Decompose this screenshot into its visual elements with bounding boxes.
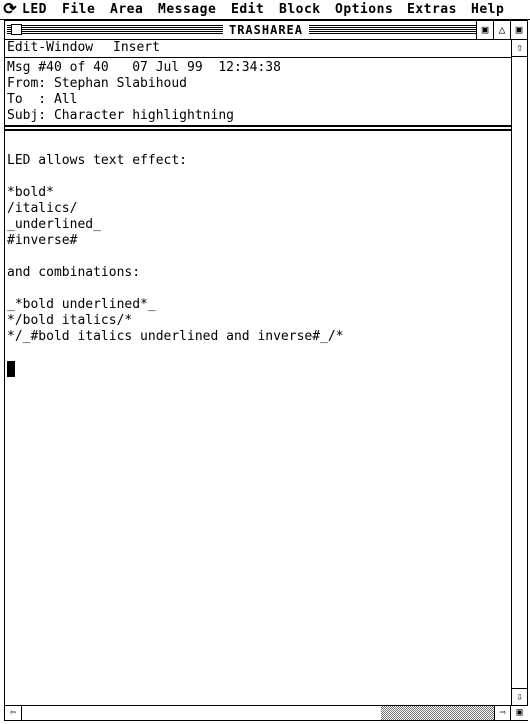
menu-help[interactable]: Help [471,1,504,18]
horizontal-scrollbar[interactable]: ⇦ ⇨ ▣ [5,705,528,720]
menu-area[interactable]: Area [110,1,143,18]
scroll-left-arrow-icon[interactable]: ⇦ [5,706,22,720]
horizontal-scroll-thumb[interactable] [381,706,494,720]
message-header: Msg #40 of 40 07 Jul 99 12:34:38 From: S… [5,57,511,124]
body-line: LED allows text effect: [7,153,188,168]
menu-message[interactable]: Message [158,1,216,18]
edit-window-label[interactable]: Edit-Window [7,40,93,56]
menu-block[interactable]: Block [279,1,321,18]
window-title: TRASHAREA [5,21,527,39]
body-line: */bold italics/* [7,313,133,328]
body-line: _*bold underlined*_ [7,297,156,312]
apple-menu-icon[interactable]: ⟳ [2,0,18,18]
zoom-box-icon[interactable]: ▣ [510,21,527,39]
body-line: /italics/ [7,201,78,216]
size-box-icon[interactable]: ▣ [510,706,528,720]
body-line: *bold* [7,185,54,200]
window-title-bar[interactable]: TRASHAREA ▣ △ ▣ [5,21,527,40]
scroll-up-arrow-icon[interactable]: ⇧ [512,40,527,57]
menu-options[interactable]: Options [335,1,393,18]
insert-mode-label[interactable]: Insert [113,40,160,56]
body-line: _underlined_ [7,217,101,232]
message-to: To : All [7,92,78,107]
menu-file[interactable]: File [62,1,95,18]
scroll-down-arrow-icon[interactable]: ⇩ [512,688,527,705]
message-number: Msg #40 of 40 07 Jul 99 12:34:38 [7,60,281,75]
body-line: and combinations: [7,265,141,280]
iconify-icon[interactable]: △ [493,21,510,39]
scroll-right-arrow-icon[interactable]: ⇨ [494,706,511,720]
header-divider [5,129,511,131]
text-cursor [7,361,15,377]
message-subject: Subj: Character highlightning [7,108,234,123]
header-divider [5,125,511,127]
body-line: #inverse# [7,233,78,248]
mode-bar: Edit-Window Insert [5,40,511,56]
full-box-icon[interactable]: ▣ [476,21,493,39]
menu-extras[interactable]: Extras [407,1,457,18]
message-from: From: Stephan Slabihoud [7,76,188,91]
body-line: */_#bold italics underlined and inverse#… [7,329,344,344]
vertical-scrollbar[interactable]: ⇧ ⇩ [511,40,527,705]
menu-led[interactable]: LED [22,1,47,18]
menu-edit[interactable]: Edit [231,1,264,18]
message-body[interactable]: LED allows text effect: *bold* /italics/… [5,133,511,693]
editor-window: TRASHAREA ▣ △ ▣ Edit-Window Insert Msg #… [4,20,528,721]
menu-bar: ⟳ LED File Area Message Edit Block Optio… [0,0,530,20]
